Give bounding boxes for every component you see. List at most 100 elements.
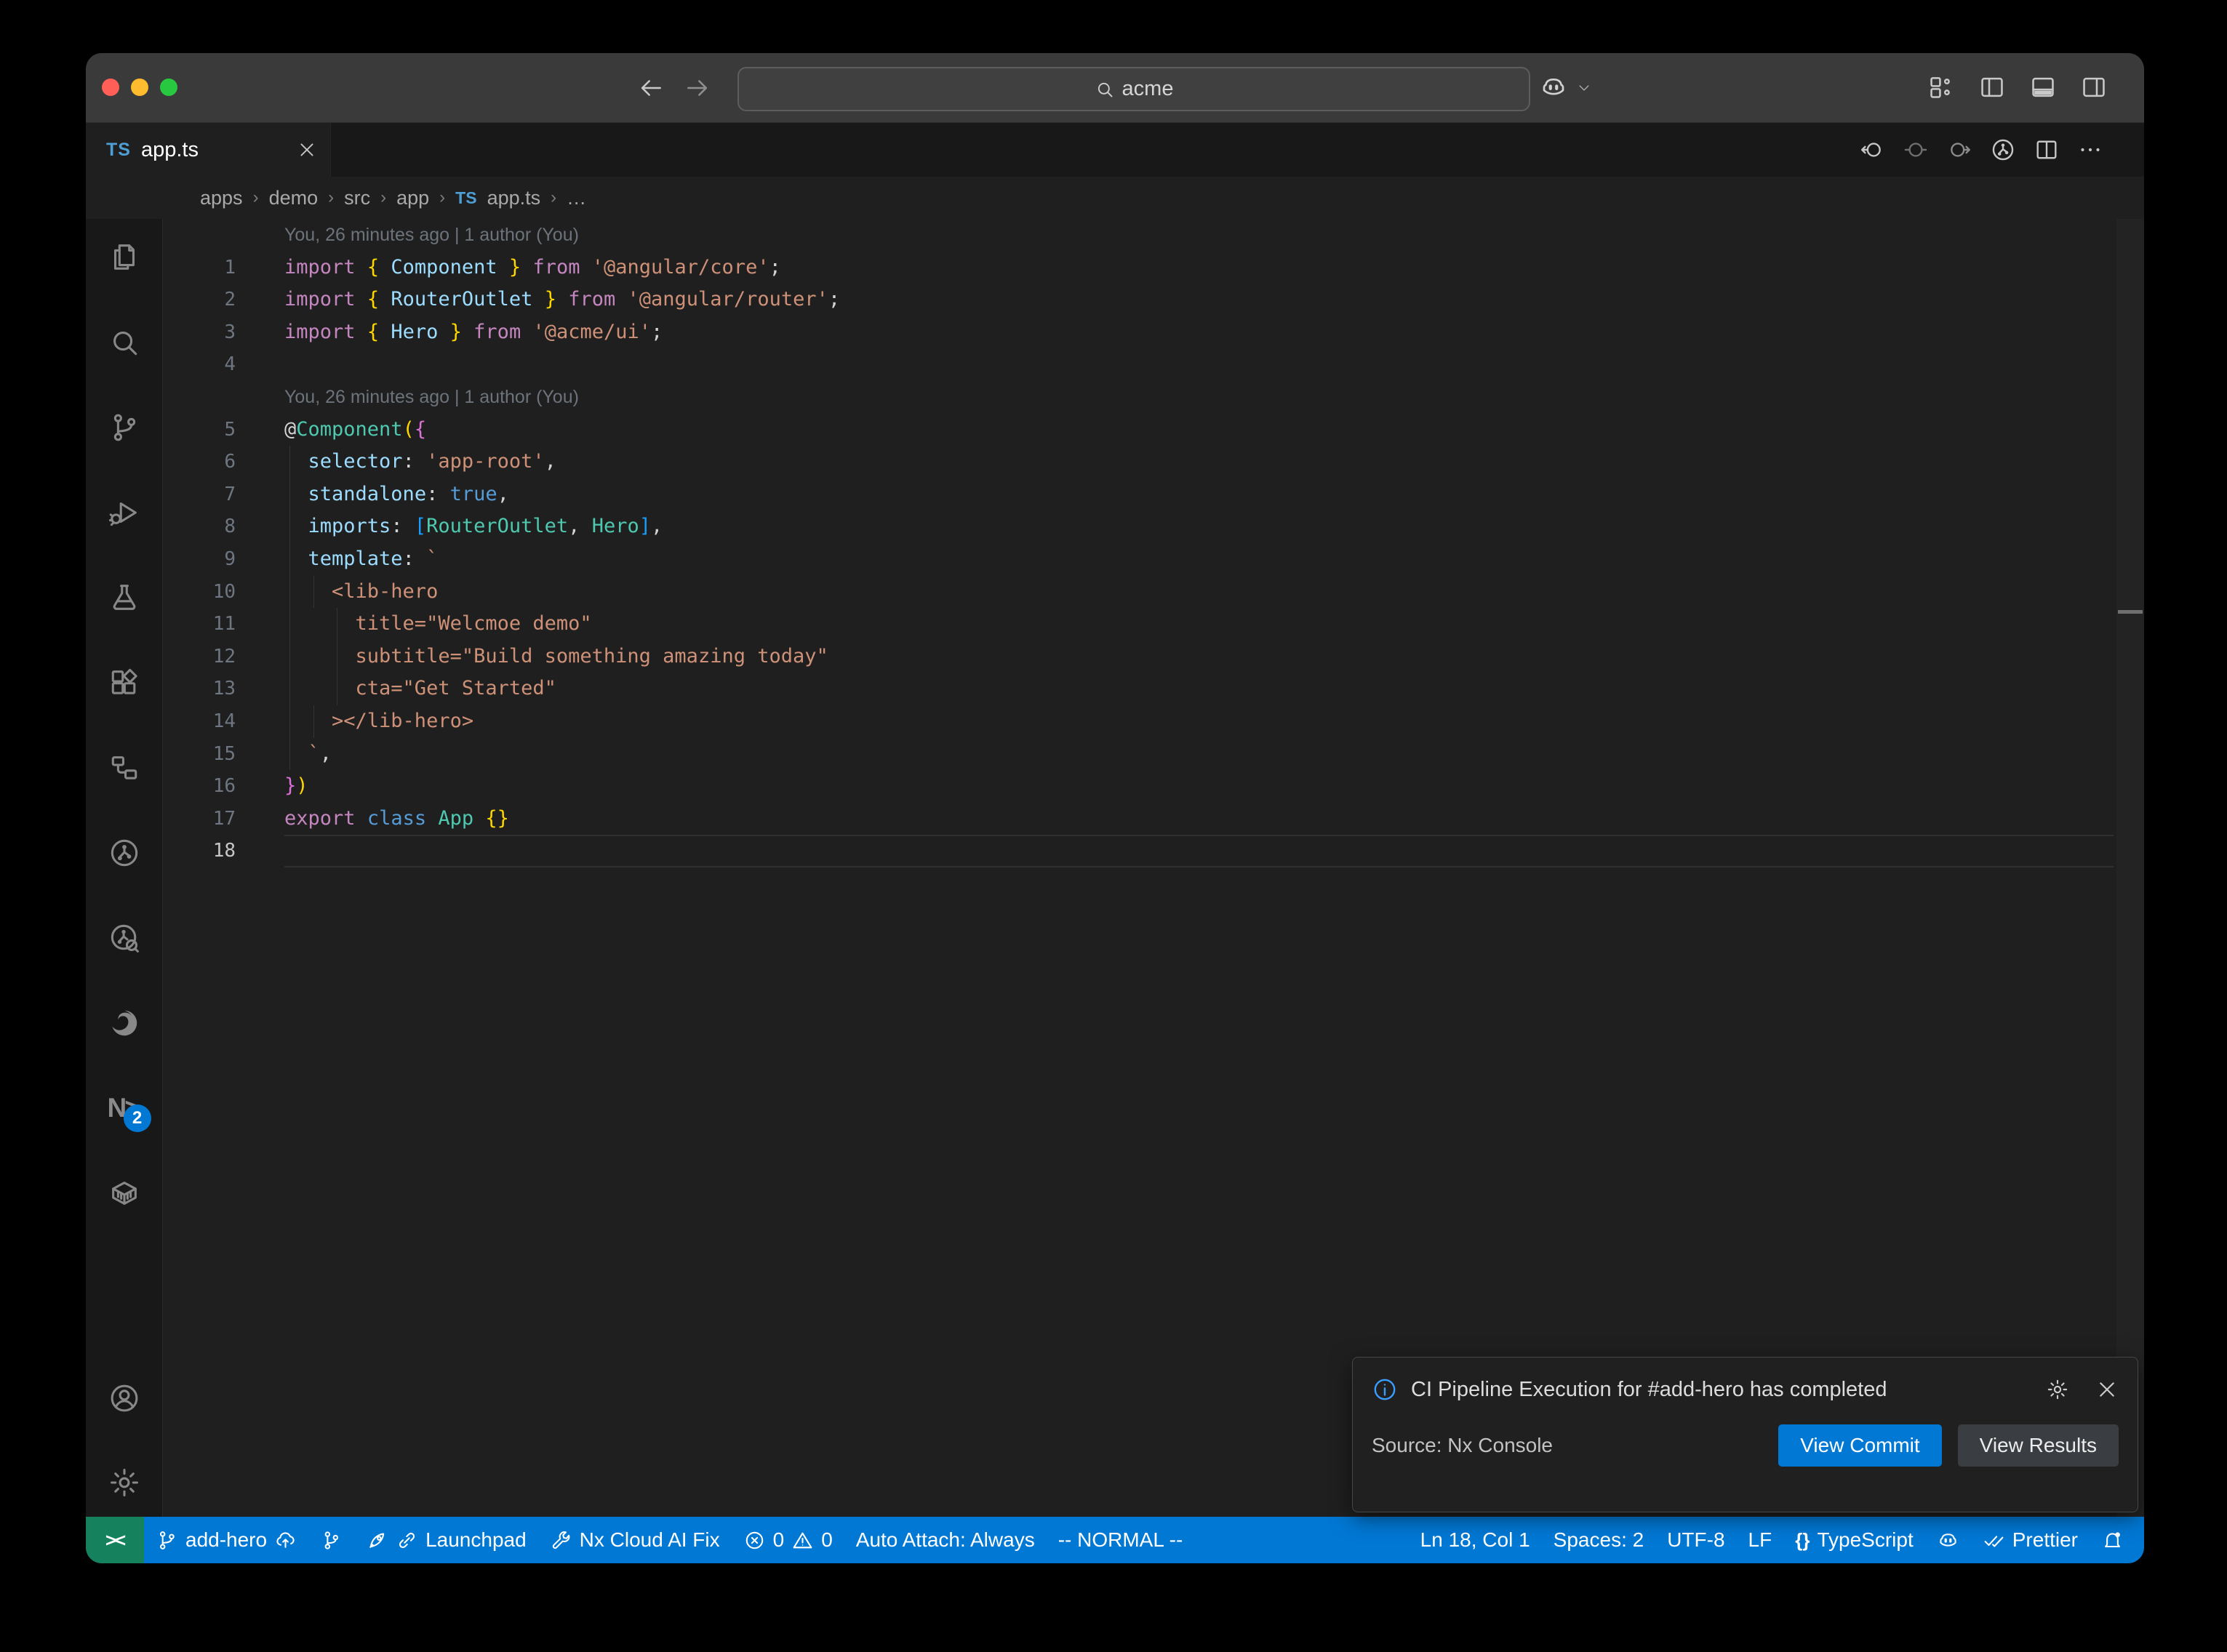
code-text: selector: 'app-root',	[284, 446, 556, 478]
breadcrumb-item-apps[interactable]: apps	[200, 187, 243, 209]
notification-settings-gear-icon[interactable]	[2046, 1378, 2069, 1401]
breadcrumb-item-src[interactable]: src	[344, 187, 370, 209]
status-item-formatter-prettier[interactable]: Prettier	[1971, 1517, 2090, 1563]
toggle-primary-sidebar-icon[interactable]	[1978, 73, 2006, 101]
close-tab-icon[interactable]	[297, 140, 317, 160]
titlebar: acme	[86, 53, 2144, 123]
tab-label: app.ts	[141, 138, 287, 162]
code-line-4[interactable]: 4	[163, 348, 2144, 381]
remote-indicator[interactable]: ><	[86, 1517, 144, 1563]
navigate-back-icon[interactable]	[637, 74, 665, 102]
status-label: TypeScript	[1817, 1528, 1913, 1552]
files-icon	[108, 265, 141, 277]
code-line-11[interactable]: 11 title="Welcmoe demo"	[163, 608, 2144, 641]
status-item-nx-cloud-ai-fix[interactable]: Nx Cloud AI Fix	[538, 1517, 732, 1563]
code-line-15[interactable]: 15 `,	[163, 738, 2144, 771]
vscode-window: acme TS app.ts apps›demo›src›app›TSapp.t…	[86, 53, 2144, 1563]
customize-layout-icon[interactable]	[1927, 73, 1955, 101]
code-line-9[interactable]: 9 template: `	[163, 543, 2144, 576]
breadcrumb-separator-icon: ›	[439, 188, 445, 208]
code-line-8[interactable]: 8 imports: [RouterOutlet, Hero],	[163, 510, 2144, 543]
toggle-secondary-sidebar-icon[interactable]	[2080, 73, 2108, 101]
code-text: })	[284, 770, 308, 803]
toggle-panel-icon[interactable]	[2029, 73, 2057, 101]
line-number: 9	[163, 543, 236, 576]
breadcrumb-item-demo[interactable]: demo	[269, 187, 319, 209]
status-item-notifications-bell[interactable]	[2090, 1517, 2135, 1563]
minimize-window-button[interactable]	[131, 79, 148, 96]
navigate-forward-icon[interactable]	[684, 74, 711, 102]
sidebar-item-containers[interactable]	[108, 1176, 141, 1210]
code-text: <lib-hero	[284, 576, 438, 609]
sidebar-item-accounts[interactable]	[108, 1382, 141, 1415]
code-text: import { Component } from '@angular/core…	[284, 252, 781, 284]
status-item-git-graph[interactable]	[308, 1517, 354, 1563]
status-item-launchpad[interactable]: Launchpad	[354, 1517, 538, 1563]
status-item-auto-attach[interactable]: Auto Attach: Always	[844, 1517, 1047, 1563]
code-line-18[interactable]: 18	[163, 835, 2144, 867]
sidebar-item-source-control[interactable]	[108, 411, 141, 444]
edge-icon	[108, 1030, 141, 1043]
nav-node-circle-icon[interactable]	[1903, 137, 1929, 163]
tab-app-ts[interactable]: TS app.ts	[86, 123, 331, 177]
status-item-git-branch[interactable]: add-hero	[144, 1517, 308, 1563]
notification-close-icon[interactable]	[2095, 1378, 2119, 1401]
pipeline-run-icon[interactable]	[1990, 137, 2016, 163]
status-item-cursor-position[interactable]: Ln 18, Col 1	[1409, 1517, 1542, 1563]
breadcrumb-item-file[interactable]: app.ts	[487, 187, 541, 209]
view-commit-button[interactable]: View Commit	[1778, 1424, 1941, 1467]
sidebar-item-nx-console[interactable]: N>2	[108, 1091, 141, 1125]
account-icon	[108, 1406, 141, 1418]
sidebar-item-related-views[interactable]	[108, 751, 141, 785]
line-number: 14	[163, 705, 236, 738]
split-editor-icon[interactable]	[2034, 137, 2060, 163]
code-line-5[interactable]: 5@Component({	[163, 414, 2144, 446]
status-item-language-mode[interactable]: {}TypeScript	[1783, 1517, 1925, 1563]
copilot-icon	[1937, 1529, 1959, 1552]
zoom-window-button[interactable]	[160, 79, 177, 96]
sidebar-item-testing[interactable]	[108, 581, 141, 614]
sidebar-item-edge-tools[interactable]	[108, 1006, 141, 1040]
code-editor[interactable]: You, 26 minutes ago | 1 author (You)1imp…	[163, 219, 2144, 1517]
line-number: 1	[163, 252, 236, 284]
sidebar-item-extensions[interactable]	[108, 666, 141, 699]
sidebar-item-search[interactable]	[108, 326, 141, 359]
close-window-button[interactable]	[102, 79, 119, 96]
code-line-14[interactable]: 14 ></lib-hero>	[163, 705, 2144, 738]
sidebar-item-pipeline-search[interactable]	[108, 921, 141, 955]
code-line-16[interactable]: 16})	[163, 770, 2144, 803]
sidebar-item-explorer[interactable]	[108, 241, 141, 274]
sidebar-item-pipeline[interactable]	[108, 836, 141, 870]
code-line-10[interactable]: 10 <lib-hero	[163, 576, 2144, 609]
code-line-1[interactable]: 1 import { Component } from '@angular/cor…	[163, 252, 2144, 284]
code-line-2[interactable]: 2import { RouterOutlet } from '@angular/…	[163, 284, 2144, 316]
view-results-button[interactable]: View Results	[1958, 1424, 2119, 1467]
code-line-7[interactable]: 7 standalone: true,	[163, 478, 2144, 511]
copilot-icon[interactable]	[1539, 73, 1568, 102]
nav-back-circle-icon[interactable]	[1859, 137, 1885, 163]
chevron-down-icon[interactable]	[1577, 81, 1591, 95]
command-center-search[interactable]: acme	[737, 67, 1530, 111]
breadcrumb-separator-icon: ›	[380, 188, 386, 208]
breadcrumb-item-app[interactable]: app	[396, 187, 429, 209]
code-line-17[interactable]: 17export class App {}	[163, 803, 2144, 835]
line-number: 5	[163, 414, 236, 446]
status-item-vim-mode[interactable]: -- NORMAL --	[1047, 1517, 1195, 1563]
more-actions-icon[interactable]	[2077, 137, 2103, 163]
code-line-6[interactable]: 6 selector: 'app-root',	[163, 446, 2144, 478]
line-number: 17	[163, 803, 236, 835]
status-item-copilot-status[interactable]	[1925, 1517, 1971, 1563]
code-line-12[interactable]: 12 subtitle="Build something amazing tod…	[163, 641, 2144, 673]
code-line-13[interactable]: 13 cta="Get Started"	[163, 673, 2144, 705]
status-item-encoding[interactable]: UTF-8	[1655, 1517, 1736, 1563]
breadcrumb-tail[interactable]: …	[567, 187, 586, 209]
status-item-problems[interactable]: 00	[732, 1517, 844, 1563]
code-text: imports: [RouterOutlet, Hero],	[284, 510, 663, 543]
code-line-3[interactable]: 3import { Hero } from '@acme/ui';	[163, 316, 2144, 349]
status-item-indentation[interactable]: Spaces: 2	[1542, 1517, 1656, 1563]
nav-forward-circle-icon[interactable]	[1946, 137, 1972, 163]
status-item-eol[interactable]: LF	[1737, 1517, 1784, 1563]
editor-scrollbar[interactable]	[2116, 219, 2144, 1517]
sidebar-item-run-and-debug[interactable]	[108, 496, 141, 529]
sidebar-item-manage-settings[interactable]	[108, 1466, 141, 1499]
